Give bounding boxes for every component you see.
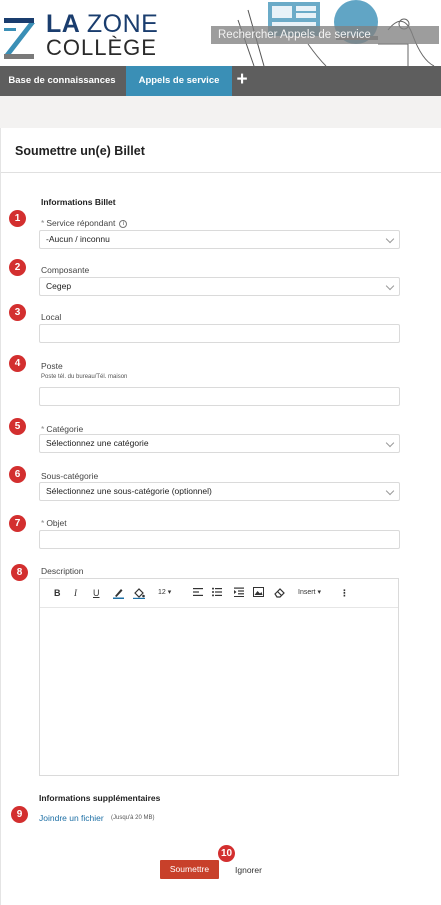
submit-button[interactable]: Soumettre: [160, 860, 219, 879]
eraser-icon[interactable]: [274, 587, 285, 599]
chevron-down-icon: [385, 281, 395, 291]
composante-select[interactable]: Cegep: [39, 277, 400, 296]
annotation-badge-4: 4: [9, 355, 26, 372]
add-tab-button[interactable]: +: [233, 66, 251, 96]
italic-button[interactable]: I: [74, 587, 77, 599]
logo-la: LA: [46, 10, 80, 38]
poste-label: Poste: [41, 361, 63, 371]
categorie-select[interactable]: Sélectionnez une catégorie: [39, 434, 400, 453]
description-editor[interactable]: B I U 12 ▾ Insert ▾ ⋮: [39, 578, 399, 776]
more-options-icon[interactable]: ⋮: [340, 587, 349, 599]
top-nav: Base de connaissances Appels de service …: [0, 66, 441, 96]
caret-down-icon: ▾: [317, 589, 321, 596]
content-strip: [0, 96, 441, 128]
section-ticket-info: Informations Billet: [41, 197, 116, 207]
service-select-value: -Aucun / inconnu: [46, 234, 110, 244]
editor-content-area[interactable]: [40, 609, 398, 775]
service-label-text: Service répondant: [46, 218, 116, 228]
sous-categorie-select[interactable]: Sélectionnez une sous-catégorie (optionn…: [39, 482, 400, 501]
underline-button[interactable]: U: [93, 587, 100, 599]
page-title: Soumettre un(e) Billet: [15, 144, 145, 158]
required-marker: *: [41, 218, 45, 228]
bullet-list-icon[interactable]: [212, 587, 222, 599]
categorie-label: * Catégorie: [41, 424, 83, 434]
logo-text-top: LA ZONE: [46, 11, 158, 37]
annotation-badge-9: 9: [11, 806, 28, 823]
annotation-badge-10: 10: [218, 845, 235, 862]
required-marker: *: [41, 518, 45, 528]
local-label: Local: [41, 312, 62, 322]
sous-categorie-label: Sous-catégorie: [41, 471, 99, 481]
composante-select-value: Cegep: [46, 281, 72, 291]
poste-hint: Poste tél. du bureau/Tél. maison: [41, 374, 128, 380]
site-header: LA ZONE COLLÈGE Rechercher Appels de ser…: [0, 0, 441, 68]
sous-categorie-select-value: Sélectionnez une sous-catégorie (optionn…: [46, 486, 212, 496]
font-size-value: 12: [158, 589, 166, 596]
ticket-form-card: Soumettre un(e) Billet Informations Bill…: [0, 128, 441, 905]
highlight-icon[interactable]: [133, 587, 145, 599]
title-divider: [1, 172, 441, 173]
indent-icon[interactable]: [234, 587, 244, 599]
tab-knowledge-base[interactable]: Base de connaissances: [0, 66, 124, 96]
font-color-icon[interactable]: [113, 587, 124, 599]
insert-dropdown[interactable]: Insert ▾: [298, 587, 321, 599]
search-input[interactable]: Rechercher Appels de service: [211, 26, 439, 44]
tab-service-calls[interactable]: Appels de service: [126, 66, 232, 96]
info-icon[interactable]: i: [119, 220, 128, 228]
poste-input[interactable]: [39, 387, 400, 406]
attach-file-link[interactable]: Joindre un fichier: [39, 813, 104, 823]
objet-label-text: Objet: [46, 518, 67, 528]
ignore-button[interactable]: Ignorer: [235, 865, 262, 875]
objet-input[interactable]: [39, 530, 400, 549]
chevron-down-icon: [385, 438, 395, 448]
annotation-badge-6: 6: [9, 466, 26, 483]
annotation-badge-5: 5: [9, 418, 26, 435]
composante-label: Composante: [41, 265, 90, 275]
annotation-badge-1: 1: [9, 210, 26, 227]
objet-label: * Objet: [41, 518, 67, 528]
logo-z-mark: [4, 18, 35, 59]
editor-toolbar: B I U 12 ▾ Insert ▾ ⋮: [40, 579, 398, 608]
categorie-label-text: Catégorie: [46, 424, 84, 434]
chevron-down-icon: [385, 486, 395, 496]
description-label: Description: [41, 566, 84, 576]
align-left-icon[interactable]: [193, 587, 203, 599]
annotation-badge-8: 8: [11, 564, 28, 581]
local-input[interactable]: [39, 324, 400, 343]
section-extra-info: Informations supplémentaires: [39, 793, 161, 803]
logo-zone: ZONE: [86, 10, 159, 38]
service-label: * Service répondant i: [41, 218, 128, 228]
chevron-down-icon: [385, 234, 395, 244]
logo-text-bottom: COLLÈGE: [46, 35, 157, 60]
service-select[interactable]: -Aucun / inconnu: [39, 230, 400, 249]
annotation-badge-3: 3: [9, 304, 26, 321]
site-logo[interactable]: LA ZONE COLLÈGE: [2, 10, 162, 66]
image-icon[interactable]: [253, 587, 264, 599]
bold-button[interactable]: B: [54, 587, 61, 599]
caret-down-icon: ▾: [167, 589, 172, 596]
required-marker: *: [41, 424, 45, 434]
annotation-badge-2: 2: [9, 259, 26, 276]
categorie-select-value: Sélectionnez une catégorie: [46, 438, 149, 448]
attach-size-hint: (Jusqu'à 20 MB): [111, 815, 155, 821]
insert-label: Insert: [298, 589, 316, 596]
annotation-badge-7: 7: [9, 515, 26, 532]
font-size-select[interactable]: 12 ▾: [158, 587, 171, 599]
